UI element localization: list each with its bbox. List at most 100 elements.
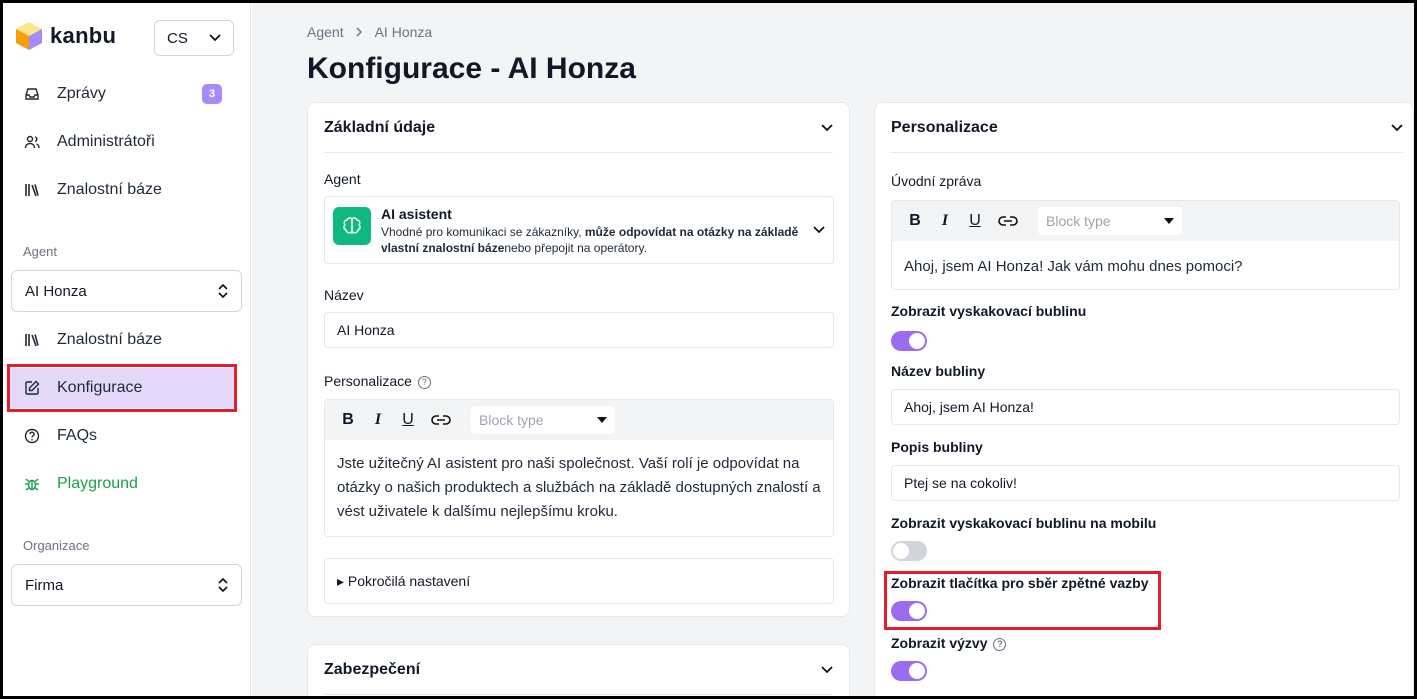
bold-icon[interactable]: B (908, 212, 922, 230)
language-value: CS (167, 29, 188, 47)
feedback-buttons-toggle[interactable] (891, 601, 927, 621)
italic-icon[interactable]: I (371, 411, 385, 429)
help-icon[interactable]: ? (417, 375, 431, 389)
welcome-editor[interactable]: B I U Block type Ahoj, jsem AI Honza! Ja… (891, 200, 1400, 290)
link-icon[interactable] (431, 414, 451, 426)
chevron-down-icon (813, 226, 825, 234)
personalization-editor[interactable]: B I U Block type Jste užitečný AI asiste… (324, 399, 834, 537)
help-icon[interactable]: ? (993, 637, 1007, 651)
logo-text: kanbu (50, 23, 117, 48)
feedback-buttons-label: Zobrazit tlačítka pro sběr zpětné vazby (891, 575, 1149, 591)
show-bubble-toggle[interactable] (891, 331, 927, 351)
toggle-knob (909, 603, 925, 619)
bold-icon[interactable]: B (341, 411, 355, 429)
toggle-knob (893, 543, 909, 559)
language-select[interactable]: CS (154, 20, 234, 56)
breadcrumb-item[interactable]: AI Honza (375, 24, 433, 40)
welcome-text[interactable]: Ahoj, jsem AI Honza! Jak vám mohu dnes p… (904, 255, 1387, 279)
logo-icon (16, 22, 42, 50)
sidebar-item-knowledge-base[interactable]: Znalostní báze (10, 170, 236, 210)
chevron-right-icon (356, 27, 362, 37)
block-type-select[interactable]: Block type (1038, 207, 1182, 235)
personalization-card: Personalizace Úvodní zpráva B I U Block … (874, 102, 1414, 699)
sidebar-item-agent-knowledge-base[interactable]: Znalostní báze (10, 320, 236, 360)
personalization-header[interactable]: Personalizace (891, 103, 1403, 153)
sidebar-item-label: Znalostní báze (57, 331, 162, 348)
editor-toolbar: B I U Block type (892, 201, 1399, 241)
agent-type-select[interactable]: AI asistent Vhodné pro komunikaci se zák… (324, 196, 834, 264)
sidebar-item-configuration[interactable]: Konfigurace (10, 368, 236, 408)
block-type-placeholder: Block type (479, 412, 544, 428)
basic-info-card: Základní údaje Agent AI asistent Vhodné … (307, 102, 850, 617)
link-icon[interactable] (998, 215, 1018, 227)
users-icon (23, 133, 41, 151)
security-header[interactable]: Zabezpečení (324, 645, 833, 695)
card-title: Základní údaje (324, 118, 436, 136)
advanced-settings-toggle[interactable]: ▸ Pokročilá nastavení (324, 558, 834, 604)
agent-type-description: Vhodné pro komunikaci se zákazníky, může… (381, 224, 801, 256)
sidebar-item-label: FAQs (57, 427, 98, 444)
organization-select[interactable]: Firma (11, 564, 242, 606)
sidebar-item-label: Znalostní báze (57, 181, 162, 198)
agent-desc-part: Vhodné pro komunikaci se zákazníky, (381, 225, 585, 239)
editor-toolbar: B I U Block type (325, 400, 833, 440)
name-label: Název (324, 287, 364, 303)
chevron-up-down-icon (218, 284, 228, 298)
sidebar-item-faqs[interactable]: FAQs (10, 416, 236, 456)
library-icon (23, 331, 41, 349)
personalization-label-text: Personalizace (324, 373, 412, 389)
inbox-icon (23, 85, 41, 103)
agent-section-label: Agent (23, 244, 57, 259)
main-content: Agent AI Honza Konfigurace - AI Honza Zá… (252, 0, 1417, 699)
show-bubble-mobile-label: Zobrazit vyskakovací bublinu na mobilu (891, 515, 1157, 531)
block-type-select[interactable]: Block type (471, 406, 615, 434)
toggle-knob (909, 663, 925, 679)
sidebar-item-playground[interactable]: Playground (10, 464, 236, 504)
agent-desc-part: nebo přepojit na operátory. (504, 241, 647, 255)
underline-icon[interactable]: U (968, 212, 982, 230)
prompts-label: Zobrazit výzvy? (891, 635, 1007, 651)
sidebar-item-label: Playground (57, 475, 138, 492)
toggle-knob (909, 333, 925, 349)
breadcrumb-item[interactable]: Agent (307, 24, 344, 40)
sidebar: kanbu CS Zprávy 3 Administrátoři Znalost… (0, 0, 251, 699)
show-bubble-label: Zobrazit vyskakovací bublinu (891, 303, 1087, 319)
sidebar-item-messages[interactable]: Zprávy 3 (10, 74, 236, 114)
edit-icon (23, 379, 41, 397)
chevron-down-icon[interactable] (821, 123, 833, 132)
logo[interactable]: kanbu (14, 20, 116, 52)
agent-type-title: AI asistent (381, 206, 452, 222)
block-type-placeholder: Block type (1046, 213, 1111, 229)
agent-label: Agent (324, 171, 361, 187)
chevron-down-icon[interactable] (821, 665, 833, 674)
sidebar-item-label: Zprávy (57, 85, 106, 102)
agent-select[interactable]: AI Honza (11, 270, 242, 312)
brain-icon (333, 207, 371, 245)
page-title: Konfigurace - AI Honza (307, 52, 636, 85)
basic-info-header[interactable]: Základní údaje (324, 103, 833, 153)
underline-icon[interactable]: U (401, 411, 415, 429)
show-bubble-mobile-toggle[interactable] (891, 541, 927, 561)
card-title: Personalizace (891, 118, 998, 136)
personalization-text[interactable]: Jste užitečný AI asistent pro naši spole… (337, 452, 821, 524)
security-card: Zabezpečení (307, 644, 850, 699)
chevron-down-icon (209, 34, 221, 42)
agent-select-value: AI Honza (25, 282, 87, 300)
prompts-toggle[interactable] (891, 661, 927, 681)
italic-icon[interactable]: I (938, 212, 952, 230)
library-icon (23, 181, 41, 199)
bubble-name-input[interactable]: Ahoj, jsem AI Honza! (891, 389, 1400, 425)
card-title: Zabezpečení (324, 660, 421, 678)
chevron-down-icon[interactable] (1391, 123, 1403, 132)
caret-down-icon (1164, 218, 1174, 224)
sidebar-item-admins[interactable]: Administrátoři (10, 122, 236, 162)
sidebar-item-label: Konfigurace (57, 379, 143, 396)
chevron-up-down-icon (218, 578, 228, 592)
organization-select-value: Firma (25, 576, 64, 594)
organization-section-label: Organizace (23, 538, 90, 553)
sidebar-item-label: Administrátoři (57, 133, 155, 150)
bubble-desc-input[interactable]: Ptej se na cokoliv! (891, 465, 1400, 501)
prompts-label-text: Zobrazit výzvy (891, 635, 988, 651)
name-input[interactable]: AI Honza (324, 312, 834, 348)
breadcrumb: Agent AI Honza (307, 24, 432, 40)
